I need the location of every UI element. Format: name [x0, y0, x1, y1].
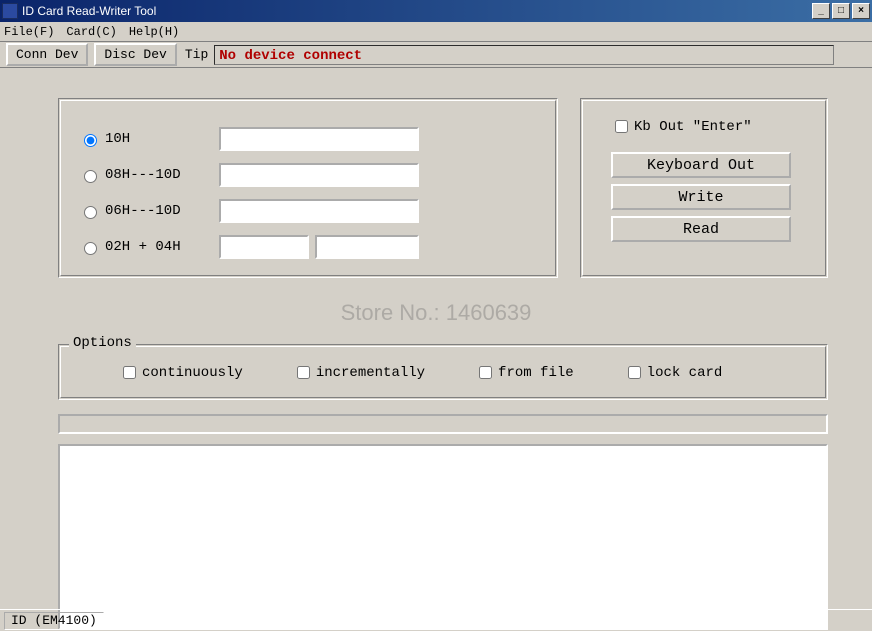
menubar: File(F) Card(C) Help(H): [0, 22, 872, 42]
tip-text: No device connect: [214, 45, 834, 65]
continuously-input[interactable]: [123, 366, 136, 379]
menu-help[interactable]: Help(H): [129, 25, 179, 39]
options-legend: Options: [69, 335, 136, 351]
incrementally-input[interactable]: [297, 366, 310, 379]
input-04h[interactable]: [315, 235, 419, 259]
conn-dev-button[interactable]: Conn Dev: [6, 43, 88, 66]
close-button[interactable]: ×: [852, 3, 870, 19]
titlebar: ID Card Read-Writer Tool _ □ ×: [0, 0, 872, 22]
kb-out-enter-checkbox[interactable]: Kb Out "Enter": [611, 117, 752, 136]
statusbar: ID (EM4100): [0, 609, 872, 631]
input-06h10d[interactable]: [219, 199, 419, 223]
client-area: 10H 08H---10D 06H---10D: [0, 68, 872, 88]
continuously-checkbox[interactable]: continuously: [119, 363, 243, 382]
minimize-button[interactable]: _: [812, 3, 830, 19]
radio-10h[interactable]: 10H: [79, 131, 219, 147]
tip-label: Tip: [185, 47, 208, 62]
lock-card-input[interactable]: [628, 366, 641, 379]
radio-02h04h-label: 02H + 04H: [105, 239, 181, 255]
input-10h[interactable]: [219, 127, 419, 151]
options-group: Options continuously incrementally from …: [58, 344, 828, 400]
kb-out-enter-input[interactable]: [615, 120, 628, 133]
lock-card-checkbox[interactable]: lock card: [624, 363, 723, 382]
radio-06h10d[interactable]: 06H---10D: [79, 203, 219, 219]
toolbar: Conn Dev Disc Dev Tip No device connect: [0, 42, 872, 68]
format-group: 10H 08H---10D 06H---10D: [58, 98, 558, 278]
radio-02h04h[interactable]: 02H + 04H: [79, 239, 219, 255]
output-field[interactable]: [58, 414, 828, 434]
incrementally-checkbox[interactable]: incrementally: [293, 363, 425, 382]
radio-08h10d[interactable]: 08H---10D: [79, 167, 219, 183]
action-group: Kb Out "Enter" Keyboard Out Write Read: [580, 98, 828, 278]
input-02h[interactable]: [219, 235, 309, 259]
write-button[interactable]: Write: [611, 184, 791, 210]
log-textarea[interactable]: [58, 444, 828, 630]
status-tab[interactable]: ID (EM4100): [4, 612, 104, 630]
menu-card[interactable]: Card(C): [66, 25, 116, 39]
disc-dev-button[interactable]: Disc Dev: [94, 43, 176, 66]
radio-06h10d-label: 06H---10D: [105, 203, 181, 219]
from-file-label: from file: [498, 365, 574, 381]
incrementally-label: incrementally: [316, 365, 425, 381]
read-button[interactable]: Read: [611, 216, 791, 242]
from-file-input[interactable]: [479, 366, 492, 379]
from-file-checkbox[interactable]: from file: [475, 363, 574, 382]
kb-out-enter-label: Kb Out "Enter": [634, 119, 752, 135]
lock-card-label: lock card: [647, 365, 723, 381]
radio-10h-input[interactable]: [84, 134, 97, 147]
radio-10h-label: 10H: [105, 131, 130, 147]
watermark-text: Store No.: 1460639: [0, 300, 872, 326]
radio-02h04h-input[interactable]: [84, 242, 97, 255]
radio-08h10d-label: 08H---10D: [105, 167, 181, 183]
keyboard-out-button[interactable]: Keyboard Out: [611, 152, 791, 178]
window-title: ID Card Read-Writer Tool: [22, 4, 810, 18]
maximize-button[interactable]: □: [832, 3, 850, 19]
app-icon: [2, 3, 18, 19]
continuously-label: continuously: [142, 365, 243, 381]
input-08h10d[interactable]: [219, 163, 419, 187]
radio-08h10d-input[interactable]: [84, 170, 97, 183]
radio-06h10d-input[interactable]: [84, 206, 97, 219]
menu-file[interactable]: File(F): [4, 25, 54, 39]
